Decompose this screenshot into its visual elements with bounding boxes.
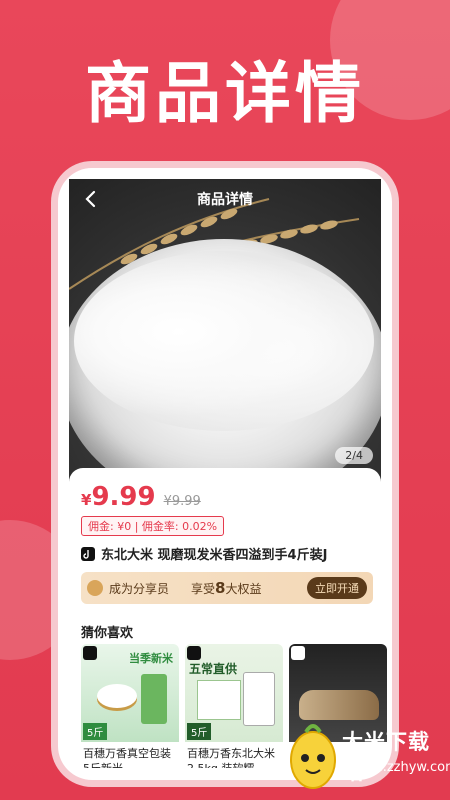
back-arrow-icon[interactable] [79,187,103,211]
card-badge: 五常直供 [189,662,238,676]
watermark-name: 大米下载站 [342,730,430,784]
price-row: ¥9.99 ¥9.99 [81,482,201,512]
douyin-icon [291,646,305,660]
site-watermark: 大米下载站 www.zzhyw.com [280,718,450,800]
product-title-text: 东北大米 现磨现发米香四溢到手4斤装J [101,548,328,563]
rice-bag-icon [243,672,275,726]
join-button[interactable]: 立即开通 [307,577,367,599]
card-badge: 当季新米 [129,652,173,665]
rice-mascot-icon [290,724,336,789]
card-weight: 5斤 [187,723,212,740]
page-headline: 商品详情 [85,55,365,132]
benefit-suffix: 大权益 [225,582,262,596]
rice-bowl-icon [97,684,137,708]
shoe-icon [299,690,379,720]
recommend-name: 百穗万香真空包装 5斤新米 [83,747,171,768]
member-benefit: 享受8大权益 [191,579,261,597]
card-weight: 5斤 [83,723,108,740]
image-pager: 2/4 [335,447,373,464]
recommend-card[interactable]: 当季新米 5斤 百穗万香真空包装 5斤新米 [81,644,179,768]
product-title: 东北大米 现磨现发米香四溢到手4斤装J [81,544,377,563]
current-price: ¥9.99 [81,482,156,512]
commission-tag: 佣金: ¥0 | 佣金率: 0.02% [81,516,225,536]
crown-icon [87,580,103,596]
recommend-card[interactable]: 五常直供 5斤 百穗万香东北大米2.5kg 装软糯 [185,644,283,768]
recommend-image: 五常直供 5斤 [185,644,283,742]
member-banner[interactable]: 成为分享员 享受8大权益 立即开通 [81,572,373,604]
member-label: 成为分享员 [109,581,170,596]
phone-frame: 商品详情 2/4 ¥9.99 ¥9.99 佣金: ¥0 | 佣金率: 0.02%… [58,168,392,780]
watermark-url: www.zzhyw.com [352,760,450,775]
guess-you-like-title: 猜你喜欢 [81,626,134,641]
douyin-icon [81,546,95,561]
original-price: ¥9.99 [163,494,201,509]
nav-bar: 商品详情 [69,179,381,219]
feature-grid-icon [197,680,241,720]
rice-bag-icon [141,674,167,724]
benefit-number: 8 [215,579,226,597]
price-value: 9.99 [91,482,156,512]
douyin-icon [83,646,97,660]
douyin-icon [187,646,201,660]
currency-symbol: ¥ [81,491,92,509]
rice [74,251,374,431]
benefit-prefix: 享受 [191,582,216,596]
recommend-name: 百穗万香东北大米2.5kg 装软糯 [187,747,275,768]
nav-title: 商品详情 [197,192,253,208]
recommend-image: 当季新米 5斤 [81,644,179,742]
